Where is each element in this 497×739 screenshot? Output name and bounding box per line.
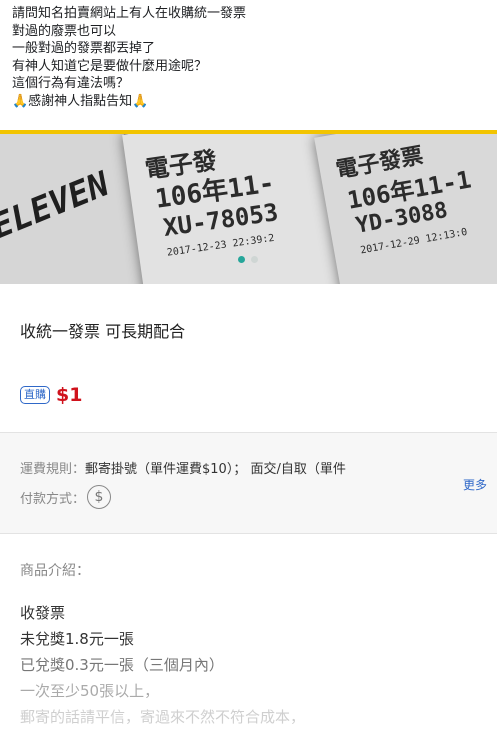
shipping-payment-section[interactable]: 運費規則：郵寄掛號（單件運費$10）； 面交/自取（單件 付款方式： $ 更多 [0, 433, 497, 533]
receipt-right: 電子發票 106年11-1 YD-3088 2017-12-29 12:13:0 [314, 134, 497, 284]
dollar-coin-icon: $ [87, 485, 112, 509]
shipping-rules: 運費規則：郵寄掛號（單件運費$10）； 面交/自取（單件 [20, 458, 346, 477]
description-line: 未兌獎1.8元一張 [20, 630, 134, 648]
carousel-dot[interactable] [251, 256, 258, 263]
description-header: 商品介紹： [20, 563, 90, 579]
payment-method: 付款方式： $ [20, 485, 112, 509]
description-line: 郵寄的話請平信，寄過來不然不符合成本， [20, 708, 306, 726]
post-caption: 請問知名拍賣網站上有人在收購統一發票 對過的廢票也可以 一般對過的發票都丟掉了 … [0, 0, 497, 132]
shipping-label: 運費規則： [20, 462, 86, 477]
caption-line: 一般對過的發票都丟掉了 [12, 41, 156, 57]
payment-label: 付款方式： [20, 491, 86, 507]
more-link[interactable]: 更多 [463, 476, 487, 493]
product-title: 收統一發票 可長期配合 [20, 322, 186, 341]
price-row: 直購 $1 [20, 384, 82, 406]
description-body: 收發票 未兌獎1.8元一張 已兌獎0.3元一張（三個月內） 一次至少50張以上，… [20, 600, 305, 730]
description-line: 收發票 [20, 604, 66, 622]
listing-header: 收統一發票 可長期配合 直購 $1 [0, 284, 497, 432]
direct-buy-badge: 直購 [20, 386, 50, 404]
caption-line: 有神人知道它是要做什麼用途呢？ [12, 58, 208, 74]
caption-line: 這個行為有違法嗎？ [12, 76, 130, 92]
carousel-indicator [238, 256, 258, 263]
caption-line: 對過的廢票也可以 [12, 23, 117, 39]
caption-line: 請問知名拍賣網站上有人在收購統一發票 [12, 6, 247, 21]
caption-line: 🙏感謝神人指點告知🙏 [12, 93, 149, 109]
description-line: 一次至少50張以上， [20, 682, 160, 700]
receipt-brand: ELEVEN [0, 164, 115, 248]
carousel-dot-active[interactable] [238, 256, 245, 263]
product-description: 商品介紹： 收發票 未兌獎1.8元一張 已兌獎0.3元一張（三個月內） 一次至少… [0, 540, 497, 739]
shipping-value: 郵寄掛號（單件運費$10）； 面交/自取（單件 [85, 462, 346, 477]
description-line: 已兌獎0.3元一張（三個月內） [20, 656, 224, 674]
price-value: $1 [56, 384, 83, 406]
divider [0, 533, 497, 534]
